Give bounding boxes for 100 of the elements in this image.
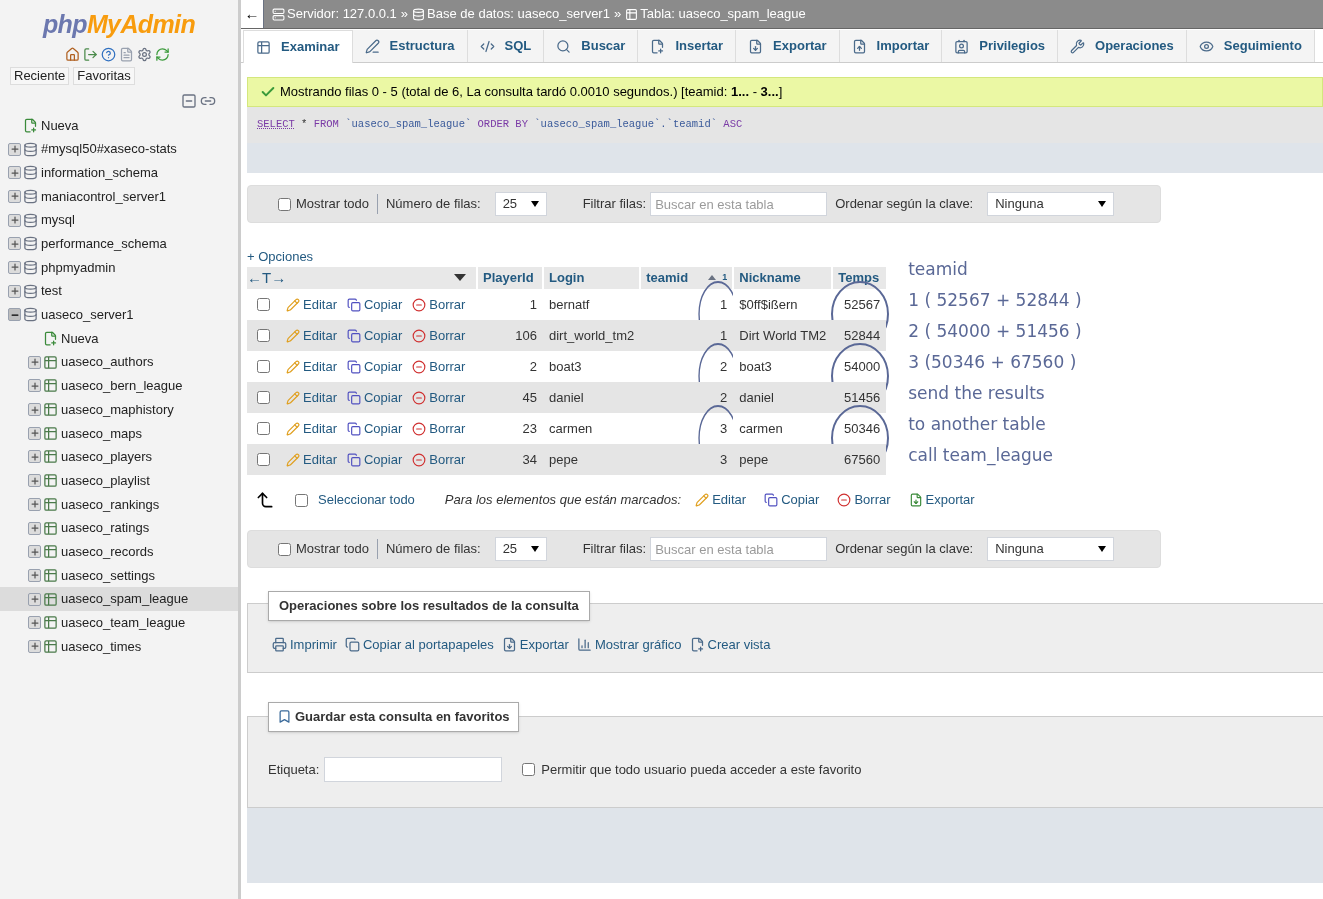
tree-item[interactable]: uaseco_settings	[0, 563, 238, 588]
expand-icon[interactable]	[28, 568, 41, 582]
tab[interactable]: Exportar	[736, 30, 840, 62]
operation-link[interactable]: Mostrar gráfico	[576, 635, 682, 655]
tree-item[interactable]: phpmyadmin	[0, 255, 238, 280]
tree-item[interactable]: uaseco_server1	[0, 303, 238, 327]
expand-icon[interactable]	[8, 166, 21, 180]
tab[interactable]: Buscar	[544, 30, 639, 62]
row-action-link[interactable]: Editar	[286, 449, 337, 470]
tab[interactable]: Estructura	[352, 30, 468, 62]
tree-item[interactable]: uaseco_team_league	[0, 610, 238, 635]
filter-field[interactable]: Buscar en esta tabla	[650, 537, 828, 561]
row-action-link[interactable]: Borrar	[412, 387, 466, 408]
tree-item[interactable]: uaseco_maphistory	[0, 397, 238, 422]
tree-item[interactable]: uaseco_times	[0, 634, 238, 659]
document-icon[interactable]	[118, 46, 134, 62]
tree-item[interactable]: information_schema	[0, 160, 238, 185]
operation-link[interactable]: Crear vista	[689, 635, 771, 655]
column-header[interactable]: teamid 1	[640, 266, 734, 289]
row-action-link[interactable]: Editar	[286, 325, 337, 346]
column-header[interactable]: PlayerId	[477, 266, 543, 289]
filter-field[interactable]: Buscar en esta tabla	[650, 192, 828, 216]
row-action-link[interactable]: Copiar	[346, 418, 403, 439]
expand-icon[interactable]	[8, 284, 21, 298]
operation-link[interactable]: Imprimir	[272, 635, 337, 655]
expand-icon[interactable]	[28, 497, 41, 511]
tab[interactable]: Importar	[839, 30, 943, 62]
tree-item[interactable]: test	[0, 279, 238, 303]
show-all-checkbox[interactable]	[278, 197, 291, 211]
tree-item[interactable]: uaseco_bern_league	[0, 374, 238, 398]
row-checkbox[interactable]	[257, 298, 270, 311]
bulk-action-link[interactable]: Editar	[695, 490, 747, 510]
sidebar-tab[interactable]: Favoritas	[73, 66, 135, 85]
logo[interactable]: phpMyAdmin	[42, 6, 196, 44]
home-icon[interactable]	[64, 46, 80, 62]
row-action-link[interactable]: Borrar	[412, 294, 466, 315]
tree-item[interactable]: uaseco_playlist	[0, 468, 238, 493]
expand-icon[interactable]	[28, 403, 41, 417]
tree-item[interactable]: Nueva	[0, 326, 238, 351]
row-action-link[interactable]: Editar	[286, 387, 337, 408]
row-action-link[interactable]: Editar	[286, 356, 337, 377]
back-button[interactable]: ←	[241, 0, 264, 28]
expand-icon[interactable]	[28, 450, 41, 464]
row-action-link[interactable]: Copiar	[346, 325, 403, 346]
expand-icon[interactable]	[28, 474, 41, 488]
rows-dropdown[interactable]: 25	[494, 192, 547, 216]
tree-item[interactable]: uaseco_maps	[0, 421, 238, 446]
row-action-link[interactable]: Borrar	[412, 449, 466, 470]
expand-icon[interactable]	[28, 379, 41, 393]
row-checkbox[interactable]	[257, 422, 270, 435]
row-action-link[interactable]: Borrar	[412, 325, 466, 346]
expand-icon[interactable]	[28, 521, 41, 535]
collapse-icon[interactable]	[8, 308, 21, 322]
expand-icon[interactable]	[28, 616, 41, 630]
bulk-action-link[interactable]: Copiar	[764, 490, 820, 510]
row-checkbox[interactable]	[257, 453, 270, 466]
tab[interactable]: Examinar	[243, 30, 353, 63]
rows-dropdown[interactable]: 25	[494, 537, 547, 561]
sort-dropdown[interactable]: Ninguna	[987, 537, 1115, 561]
tab[interactable]: Seguimiento	[1186, 30, 1315, 62]
tree-item[interactable]: uaseco_spam_league	[0, 587, 238, 611]
expand-icon[interactable]	[28, 639, 41, 653]
column-header[interactable]: Temps	[832, 266, 887, 289]
row-action-link[interactable]: Borrar	[412, 356, 466, 377]
row-action-link[interactable]: Copiar	[346, 387, 403, 408]
tree-item[interactable]: Nueva	[0, 113, 238, 138]
expand-icon[interactable]	[8, 189, 21, 203]
expand-icon[interactable]	[8, 142, 21, 156]
tree-item[interactable]: uaseco_rankings	[0, 492, 238, 517]
expand-icon[interactable]	[8, 260, 21, 274]
row-action-link[interactable]: Copiar	[346, 449, 403, 470]
expand-icon[interactable]	[8, 237, 21, 251]
exit-icon[interactable]	[82, 46, 98, 62]
tab[interactable]: Operaciones	[1058, 30, 1187, 62]
tab[interactable]: Privilegios	[942, 30, 1059, 62]
settings-icon[interactable]	[136, 46, 152, 62]
bulk-action-link[interactable]: Exportar	[908, 490, 975, 510]
operation-link[interactable]: Copiar al portapapeles	[344, 635, 494, 655]
dropdown-icon[interactable]	[454, 274, 466, 282]
tab[interactable]: Insertar	[638, 30, 737, 62]
expand-icon[interactable]	[28, 592, 41, 606]
select-all-checkbox[interactable]	[295, 493, 308, 507]
column-arrows[interactable]: ←T→	[247, 266, 287, 289]
sidebar-tab[interactable]: Reciente	[10, 66, 70, 85]
column-header[interactable]: Nickname	[733, 266, 833, 289]
row-action-link[interactable]: Editar	[286, 294, 337, 315]
expand-icon[interactable]	[28, 426, 41, 440]
tree-item[interactable]: uaseco_ratings	[0, 516, 238, 540]
select-all-label[interactable]: Seleccionar todo	[318, 490, 415, 510]
row-action-link[interactable]: Copiar	[346, 294, 403, 315]
row-checkbox[interactable]	[257, 391, 270, 404]
tree-item[interactable]: uaseco_records	[0, 539, 238, 564]
options-link[interactable]: + Opciones	[247, 247, 887, 267]
sql-token[interactable]: SELECT	[257, 117, 295, 133]
tree-item[interactable]: uaseco_players	[0, 445, 238, 469]
show-all-checkbox[interactable]	[278, 542, 291, 556]
operation-link[interactable]: Exportar	[501, 635, 569, 655]
tab[interactable]: SQL	[467, 30, 545, 62]
row-action-link[interactable]: Borrar	[412, 418, 466, 439]
reload-icon[interactable]	[154, 46, 170, 62]
